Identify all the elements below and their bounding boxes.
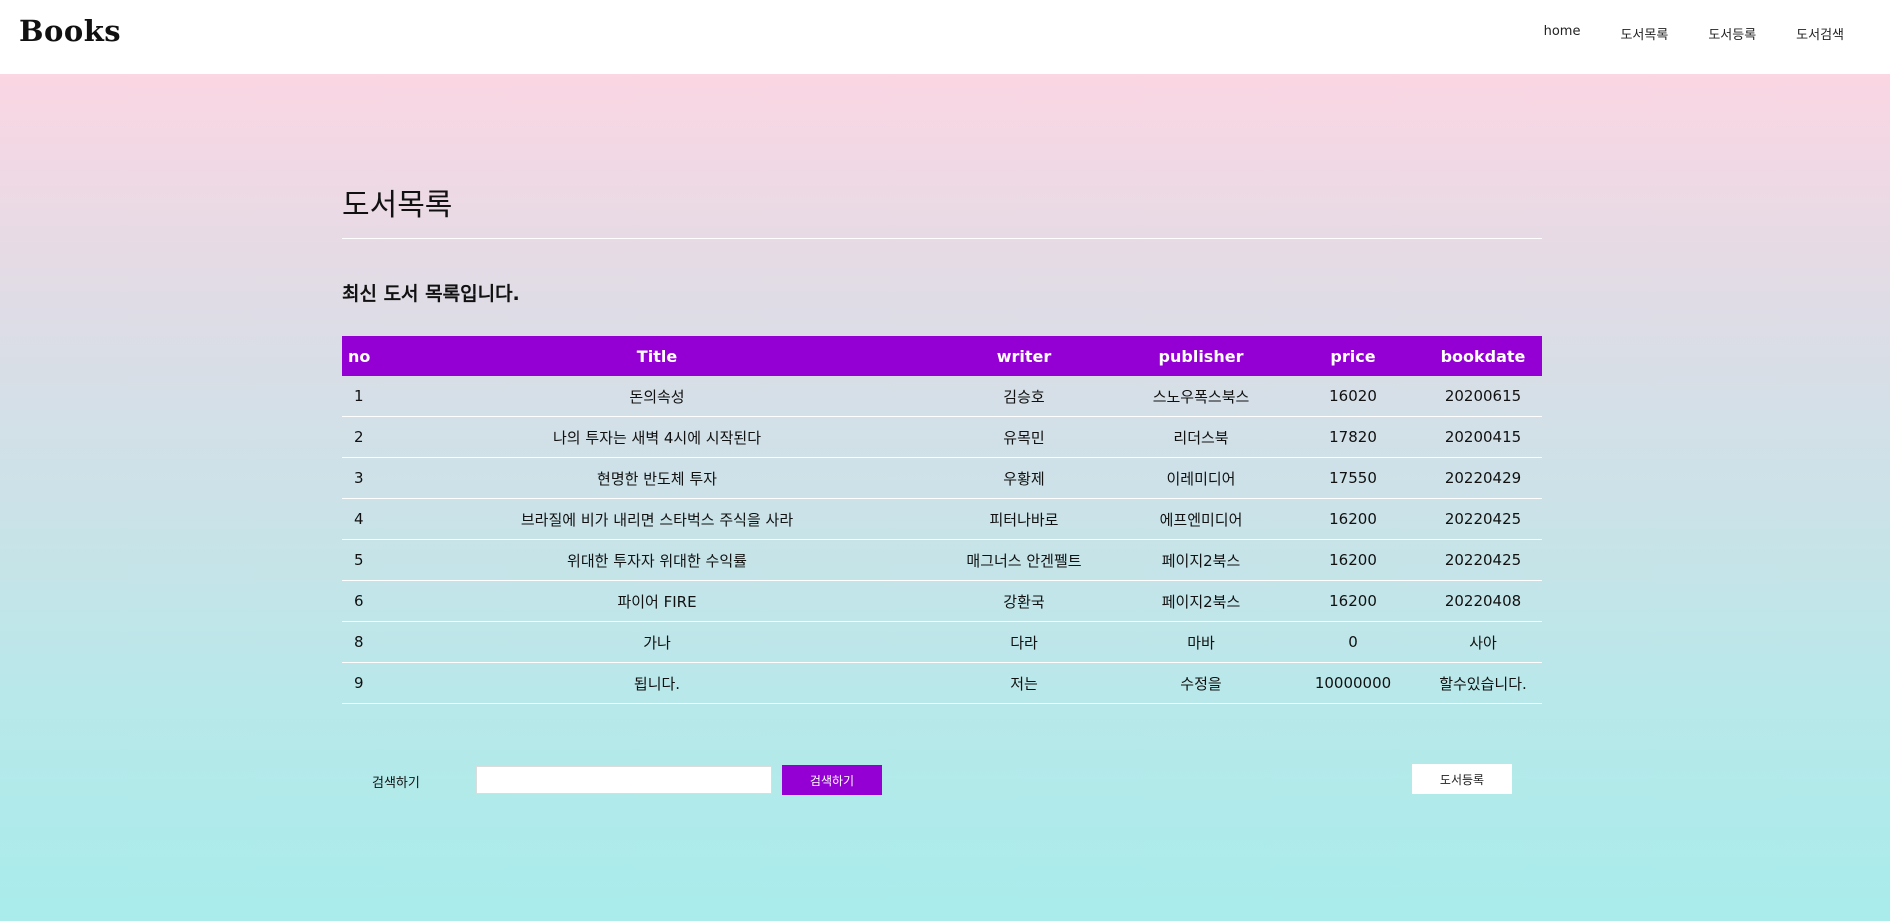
cell-publisher: 이레미디어 [1120,457,1282,499]
page-subtitle: 최신 도서 목록입니다. [342,283,520,305]
cell-no: 9 [342,662,386,704]
table-row: 2 나의 투자는 새벽 4시에 시작된다 유목민 리더스북 17820 20200415 [342,416,1542,458]
cell-title: 됩니다. [386,662,928,704]
search-label: 검색하기 [372,776,420,791]
cell-publisher: 에프엔미디어 [1120,498,1282,540]
cell-writer: 유목민 [928,416,1120,458]
cell-price: 16200 [1282,580,1424,622]
cell-publisher: 리더스북 [1120,416,1282,458]
cell-writer: 다라 [928,621,1120,663]
cell-price: 0 [1282,621,1424,663]
cell-bookdate: 20220408 [1424,580,1542,622]
cell-no: 5 [342,539,386,581]
main-content: 도서목록 최신 도서 목록입니다. no Title writer publis… [342,180,1542,704]
cell-publisher: 페이지2북스 [1120,539,1282,581]
cell-publisher: 수정을 [1120,662,1282,704]
search-input[interactable] [476,766,772,794]
nav-book-search-link[interactable]: 도서검색 [1796,24,1844,43]
table-row: 5 위대한 투자자 위대한 수익률 매그너스 안겐펠트 페이지2북스 16200 2022… [342,539,1542,581]
cell-writer: 저는 [928,662,1120,704]
cell-no: 6 [342,580,386,622]
cell-bookdate: 사아 [1424,621,1542,663]
cell-title: 가나 [386,621,928,663]
register-book-button[interactable]: 도서등록 [1412,764,1512,794]
table-row: 6 파이어 FIRE 강환국 페이지2북스 16200 20220408 [342,580,1542,622]
header-title: Title [636,346,678,366]
cell-price: 10000000 [1282,662,1424,704]
cell-writer: 피터나바로 [928,498,1120,540]
cell-no: 2 [342,416,386,458]
header-bookdate: bookdate [1440,346,1526,366]
cell-publisher: 마바 [1120,621,1282,663]
cell-title: 돈의속성 [386,376,928,417]
search-area: 검색하기 검색하기 도서등록 [342,764,1542,796]
table-row: 3 현명한 반도체 투자 우황제 이레미디어 17550 20220429 [342,457,1542,499]
main-nav: home 도서목록 도서등록 도서검색 [1544,24,1844,43]
cell-title: 브라질에 비가 내리면 스타벅스 주식을 사라 [386,498,928,540]
cell-price: 16200 [1282,498,1424,540]
header-no: no [348,346,371,366]
cell-no: 3 [342,457,386,499]
cell-title: 나의 투자는 새벽 4시에 시작된다 [386,416,928,458]
cell-title: 현명한 반도체 투자 [386,457,928,499]
cell-bookdate: 20220425 [1424,539,1542,581]
table-row: 9 됩니다. 저는 수정을 10000000 할수있습니다. [342,662,1542,704]
cell-publisher: 스노우폭스북스 [1120,376,1282,417]
cell-publisher: 페이지2북스 [1120,580,1282,622]
cell-no: 8 [342,621,386,663]
cell-price: 17550 [1282,457,1424,499]
cell-title: 파이어 FIRE [386,580,928,622]
search-button[interactable]: 검색하기 [782,765,882,795]
header-price: price [1330,346,1376,366]
cell-writer: 매그너스 안겐펠트 [928,539,1120,581]
cell-bookdate: 20200615 [1424,376,1542,417]
cell-bookdate: 20220429 [1424,457,1542,499]
table-header: no Title writer publisher price bookdate [342,336,1542,376]
cell-price: 16200 [1282,539,1424,581]
cell-price: 17820 [1282,416,1424,458]
table-body: 1 돈의속성 김승호 스노우폭스북스 16020 20200615 2 나의 투자는 새벽 4… [342,376,1542,704]
brand-logo[interactable]: Books [19,14,121,48]
table-row: 8 가나 다라 마바 0 사아 [342,621,1542,663]
table-row: 1 돈의속성 김승호 스노우폭스북스 16020 20200615 [342,376,1542,417]
table-row: 4 브라질에 비가 내리면 스타벅스 주식을 사라 피터나바로 에프엔미디어 16200… [342,498,1542,540]
book-table: no Title writer publisher price bookdate… [342,336,1542,704]
cell-bookdate: 20200415 [1424,416,1542,458]
nav-home-link[interactable]: home [1544,24,1581,43]
nav-book-register-link[interactable]: 도서등록 [1708,24,1756,43]
cell-no: 1 [342,376,386,417]
cell-price: 16020 [1282,376,1424,417]
cell-writer: 김승호 [928,376,1120,417]
header-publisher: publisher [1158,346,1244,366]
page-title: 도서목록 [342,180,1542,239]
cell-writer: 강환국 [928,580,1120,622]
cell-bookdate: 20220425 [1424,498,1542,540]
cell-writer: 우황제 [928,457,1120,499]
cell-bookdate: 할수있습니다. [1424,662,1542,704]
header-writer: writer [996,346,1052,366]
nav-book-list-link[interactable]: 도서목록 [1620,24,1668,43]
cell-no: 4 [342,498,386,540]
cell-title: 위대한 투자자 위대한 수익률 [386,539,928,581]
top-navbar: Books home 도서목록 도서등록 도서검색 [0,0,1890,74]
